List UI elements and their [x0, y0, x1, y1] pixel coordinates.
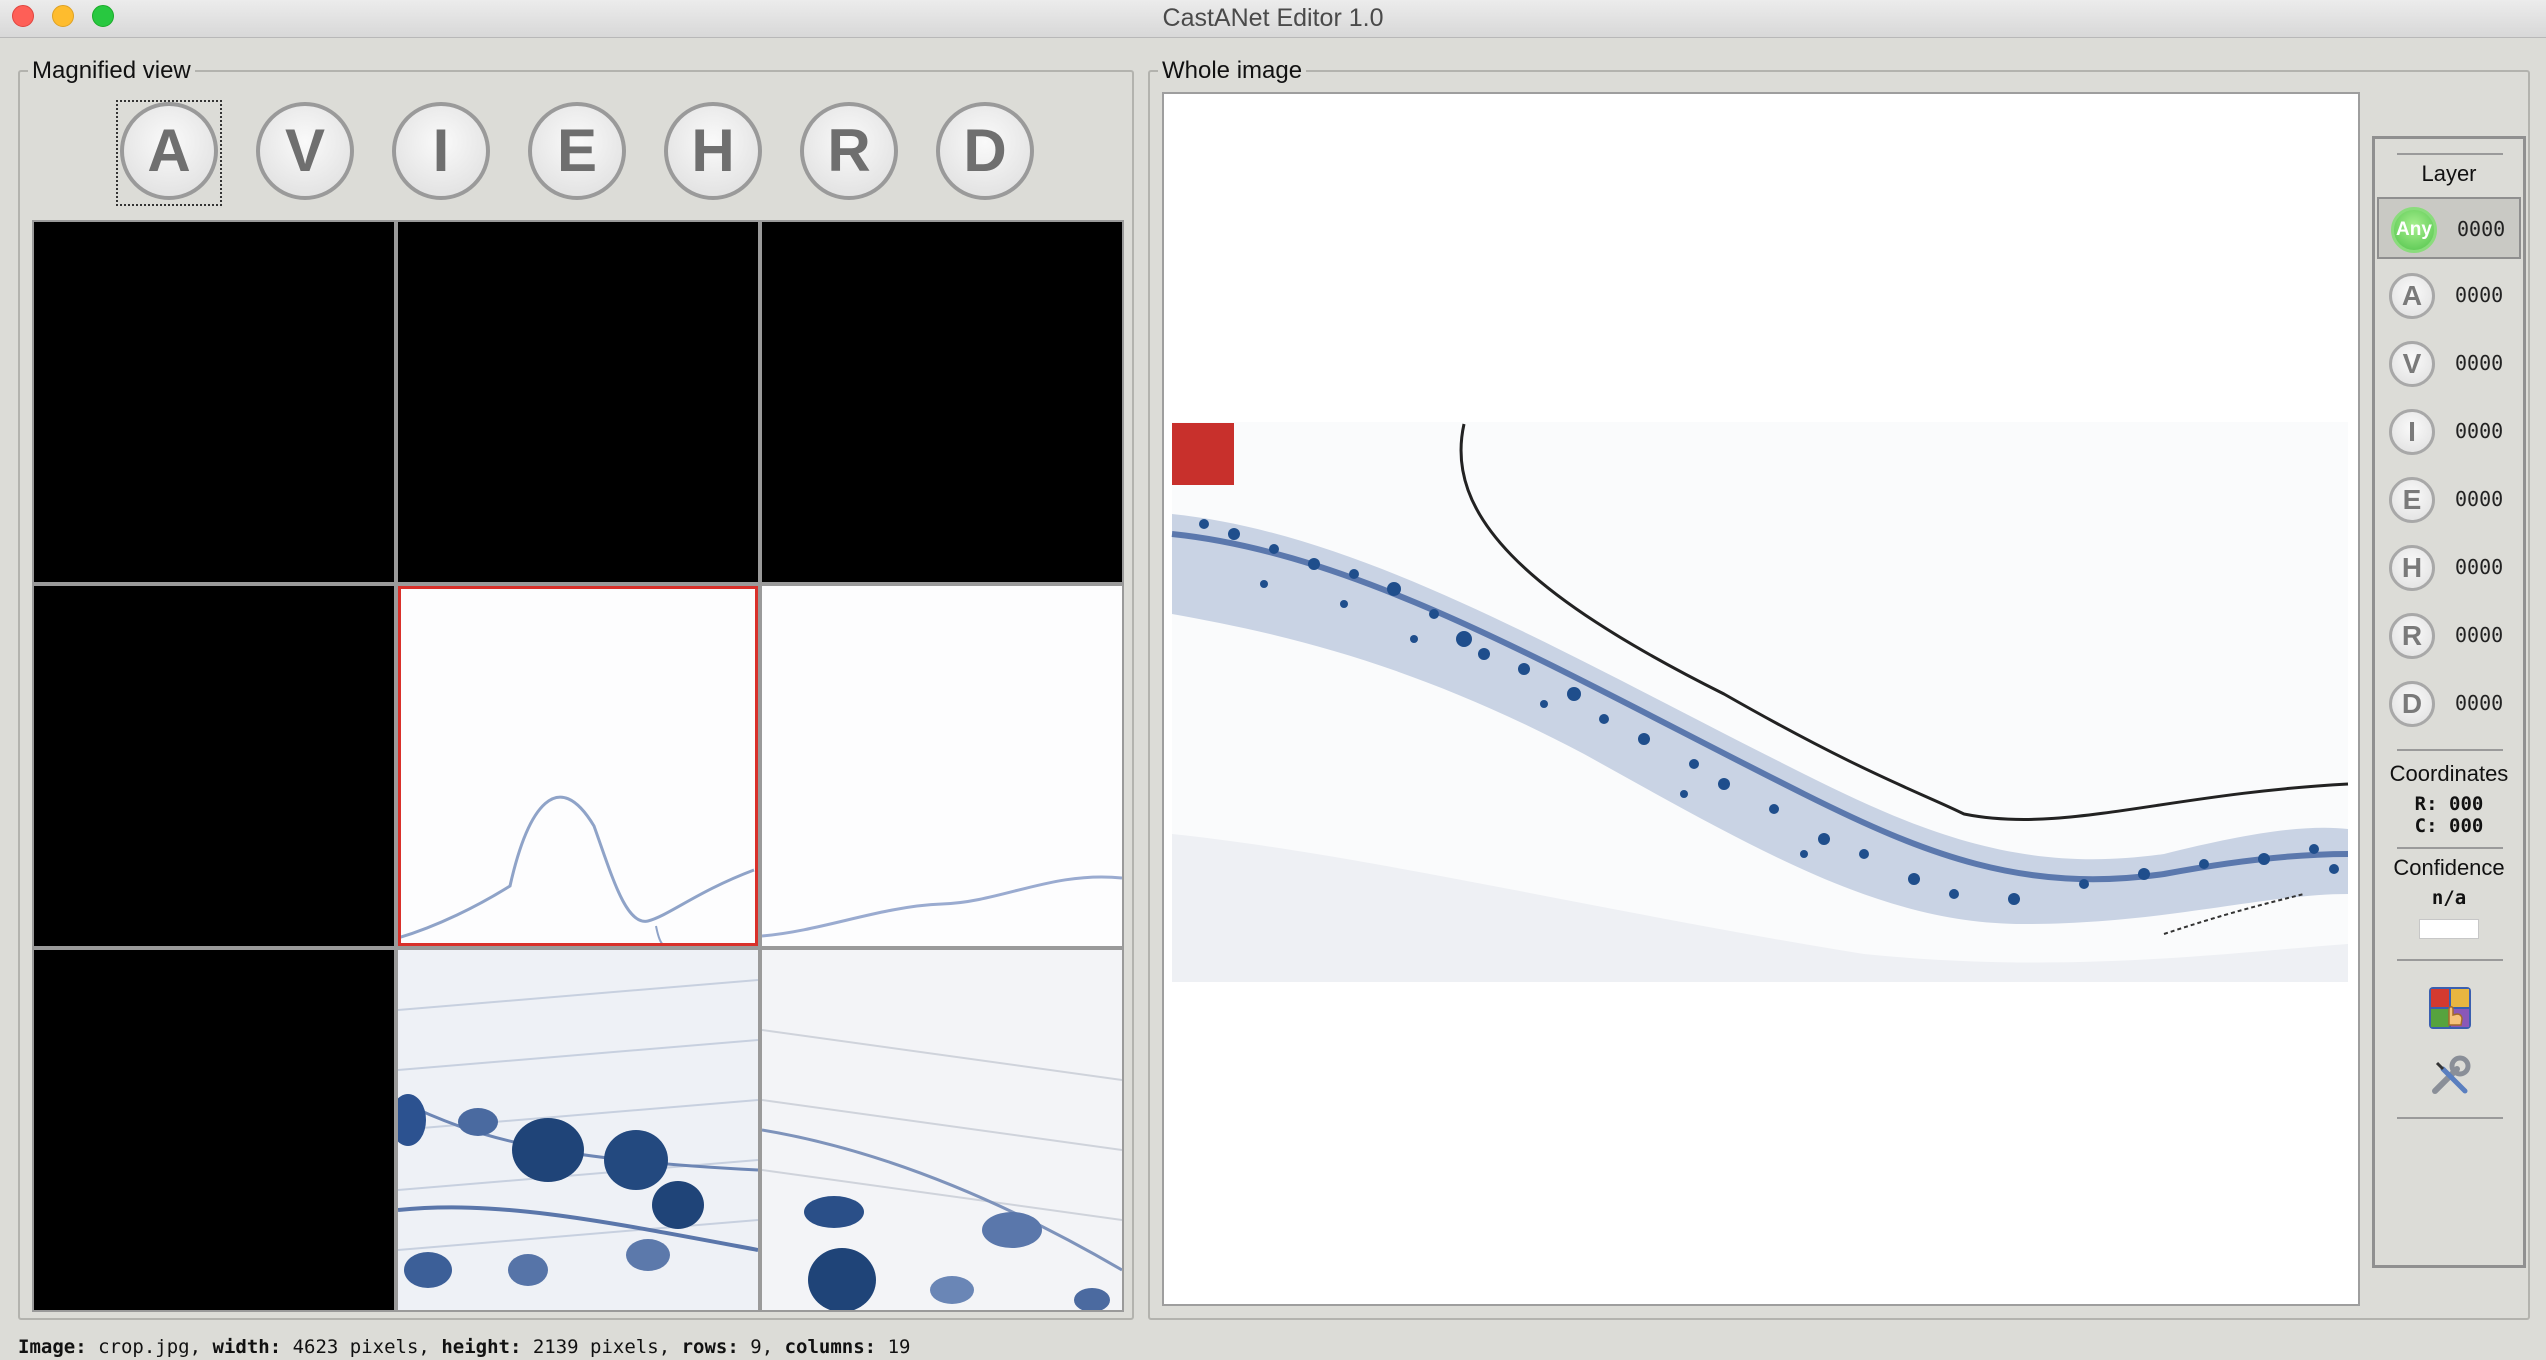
row-coordinate: R: 000	[2375, 793, 2523, 815]
layer-heading: Layer	[2421, 161, 2477, 186]
E-circle-icon: E	[556, 117, 598, 184]
divider	[2397, 153, 2503, 155]
layer-count-any: 0000	[2457, 217, 2506, 241]
class-button-e[interactable]: E	[528, 102, 626, 200]
any-layer-icon: Any	[2391, 207, 2437, 253]
whole-image-label: Whole image	[1158, 57, 1307, 85]
layer-count-v: 0000	[2455, 351, 2504, 375]
class-button-h[interactable]: H	[664, 102, 762, 200]
row-label: R:	[2414, 793, 2438, 815]
H-circle-icon: H	[691, 117, 735, 184]
layer-row-a[interactable]: A 0000	[2377, 265, 2521, 327]
status-image-value: crop.jpg,	[98, 1336, 202, 1358]
status-columns-value: 19	[887, 1336, 911, 1358]
layer-row-i[interactable]: I 0000	[2377, 401, 2521, 463]
class-button-a[interactable]: A	[120, 102, 218, 200]
layer-row-any[interactable]: Any 0000	[2377, 197, 2521, 259]
I-circle-icon: I	[2389, 409, 2435, 455]
divider	[2397, 847, 2503, 849]
magnified-view-group: Magnified view A V I E H R D	[18, 57, 1134, 1320]
class-button-v[interactable]: V	[256, 102, 354, 200]
root-hair-image	[398, 795, 755, 946]
class-button-r[interactable]: R	[800, 102, 898, 200]
whole-image-group: Whole image	[1148, 57, 2530, 1320]
stained-root-image	[398, 950, 758, 1310]
whole-image-canvas[interactable]	[1162, 92, 2360, 1306]
coordinates-heading: Coordinates	[2389, 761, 2509, 786]
tile-r2-c2[interactable]	[762, 950, 1122, 1310]
tile-r1-c1-selected[interactable]	[398, 586, 758, 946]
castanet-window: CastANet Editor 1.0 Magnified view A V I…	[0, 0, 2546, 1360]
D-circle-icon: D	[2389, 681, 2435, 727]
layer-count-i: 0000	[2455, 419, 2504, 443]
status-width-value: 4623 pixels,	[292, 1336, 430, 1358]
class-button-i[interactable]: I	[392, 102, 490, 200]
window-title: CastANet Editor 1.0	[1162, 4, 1384, 32]
tile-r0-c1[interactable]	[398, 222, 758, 582]
layer-count-h: 0000	[2455, 555, 2504, 579]
layer-row-r[interactable]: R 0000	[2377, 605, 2521, 667]
layer-count-r: 0000	[2455, 623, 2504, 647]
col-label: C:	[2414, 815, 2438, 837]
layer-row-d[interactable]: D 0000	[2377, 673, 2521, 735]
layer-row-v[interactable]: V 0000	[2377, 333, 2521, 395]
magnified-view-label: Magnified view	[28, 57, 195, 85]
tile-r0-c2[interactable]	[762, 222, 1122, 582]
H-circle-icon: H	[2389, 545, 2435, 591]
status-rows-value: 9,	[750, 1336, 774, 1358]
status-height-value: 2139 pixels,	[532, 1336, 671, 1358]
status-bar: Image: crop.jpg, width: 4623 pixels, hei…	[18, 1336, 910, 1360]
tile-r0-c0[interactable]	[34, 222, 394, 582]
I-circle-icon: I	[432, 117, 450, 184]
layer-side-panel: Layer Any 0000 A 0000 V 0000 I 0000 E 00…	[2372, 136, 2526, 1268]
root-overview-image	[1171, 422, 2349, 982]
divider	[2397, 749, 2503, 751]
layer-count-d: 0000	[2455, 691, 2504, 715]
magnified-tile-grid	[32, 220, 1124, 1312]
tile-r2-c0[interactable]	[34, 950, 394, 1310]
R-circle-icon: R	[2389, 613, 2435, 659]
A-circle-icon: A	[2389, 273, 2435, 319]
col-value: 000	[2449, 815, 2484, 837]
tile-r1-c0[interactable]	[34, 586, 394, 946]
title-bar: CastANet Editor 1.0	[0, 0, 2546, 38]
color-palette-hand-icon[interactable]	[2427, 985, 2473, 1031]
divider	[2397, 1117, 2503, 1119]
column-coordinate: C: 000	[2375, 815, 2523, 837]
root-hair-image	[762, 875, 1122, 938]
A-circle-icon: A	[147, 117, 191, 184]
R-circle-icon: R	[827, 117, 871, 184]
confidence-heading: Confidence	[2393, 855, 2505, 880]
row-value: 000	[2449, 793, 2484, 815]
status-width-label: width:	[212, 1336, 282, 1358]
status-height-label: height:	[441, 1336, 522, 1358]
confidence-color-swatch	[2419, 919, 2479, 939]
status-image-label: Image:	[18, 1336, 87, 1358]
layer-count-e: 0000	[2455, 487, 2504, 511]
tile-r2-c1[interactable]	[398, 950, 758, 1310]
E-circle-icon: E	[2389, 477, 2435, 523]
status-rows-label: rows:	[681, 1336, 739, 1358]
confidence-value: n/a	[2431, 887, 2467, 909]
viewport-marker[interactable]	[1172, 423, 1234, 485]
class-button-d[interactable]: D	[936, 102, 1034, 200]
wrench-screwdriver-icon[interactable]	[2427, 1053, 2473, 1099]
stained-root-image	[762, 950, 1122, 1310]
tile-r1-c2[interactable]	[762, 586, 1122, 946]
status-columns-label: columns:	[784, 1336, 877, 1358]
D-circle-icon: D	[963, 117, 1007, 184]
V-circle-icon: V	[2389, 341, 2435, 387]
layer-row-h[interactable]: H 0000	[2377, 537, 2521, 599]
layer-row-e[interactable]: E 0000	[2377, 469, 2521, 531]
divider	[2397, 959, 2503, 961]
layer-count-a: 0000	[2455, 283, 2504, 307]
V-circle-icon: V	[284, 117, 326, 184]
